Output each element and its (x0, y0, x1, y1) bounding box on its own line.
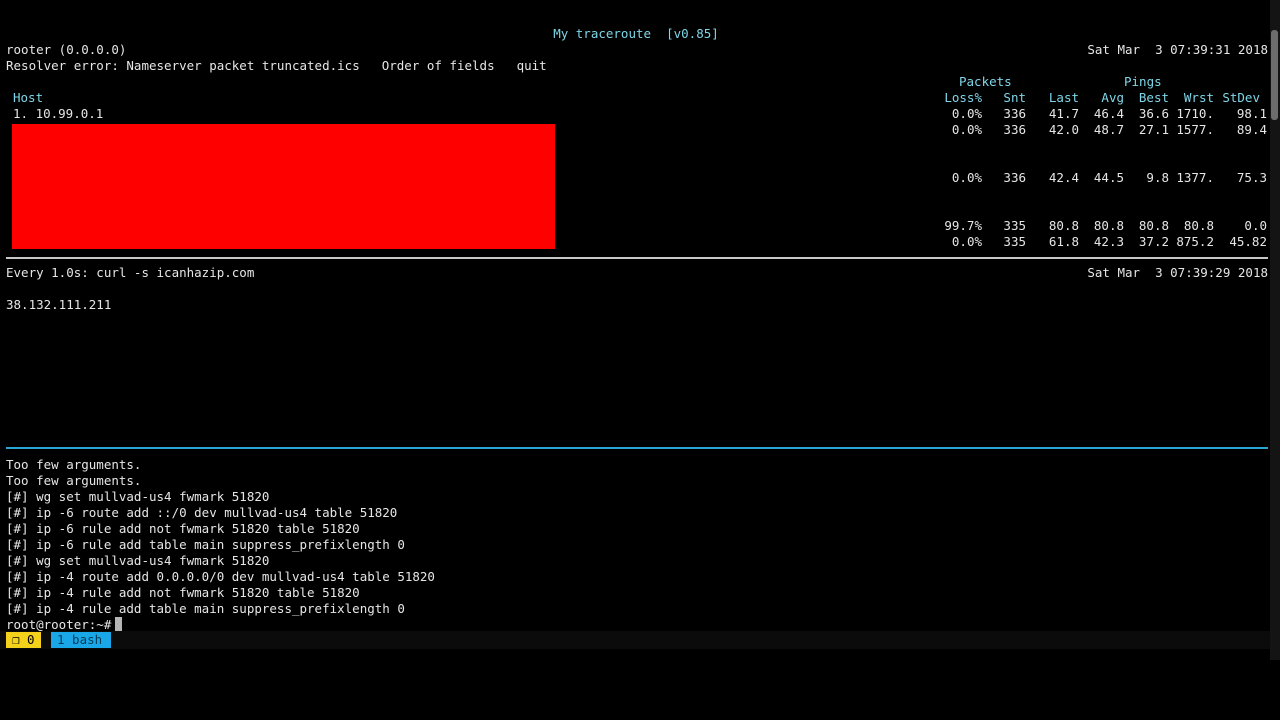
hop-stdev: 98.1 (1236, 106, 1267, 121)
hop-last: 42.0 (1048, 122, 1079, 137)
hop-best: 9.8 (1146, 170, 1169, 185)
resolver-error: Resolver error: Nameserver packet trunca… (6, 58, 338, 73)
hop-avg: 42.3 (1093, 234, 1124, 249)
hop-avg: 48.7 (1093, 122, 1124, 137)
header-last: Last (1048, 90, 1079, 105)
hop-snt: 336 (1003, 106, 1026, 121)
hop-best: 80.8 (1138, 218, 1169, 233)
watch-date: Sat Mar 3 07:39:29 2018 (1087, 265, 1268, 280)
watch-output: 38.132.111.211 (6, 297, 112, 312)
pane-separator-active[interactable] (6, 447, 1268, 449)
tmux-status-bar (0, 631, 1270, 649)
watch-command: Every 1.0s: curl -s icanhazip.com (6, 265, 255, 280)
shell-line: Too few arguments. (6, 473, 142, 488)
header-snt: Snt (1003, 90, 1026, 105)
mtr-title: My traceroute [v0.85] (553, 26, 719, 41)
hop-host: 1. 10.99.0.1 (13, 106, 104, 121)
header-stdev: StDev (1222, 90, 1260, 105)
hop-wrst: 1710. (1176, 106, 1214, 121)
mtr-hostname: rooter (0.0.0.0) (6, 42, 127, 57)
mtr-keys-line: Resolver error: Nameserver packet trunca… (6, 58, 547, 74)
header-loss: Loss% (944, 90, 982, 105)
shell-line: [#] ip -6 route add ::/0 dev mullvad-us4… (6, 505, 398, 520)
hop-stdev: 89.4 (1236, 122, 1267, 137)
hop-last: 41.7 (1048, 106, 1079, 121)
hop-wrst: 875.2 (1176, 234, 1214, 249)
mtr-date: Sat Mar 3 07:39:31 2018 (1087, 42, 1268, 57)
shell-line: [#] ip -4 route add 0.0.0.0/0 dev mullva… (6, 569, 435, 584)
header-avg: Avg (1101, 90, 1124, 105)
hop-stdev: 75.3 (1236, 170, 1267, 185)
key-ics[interactable]: ics (337, 58, 360, 73)
header-packets: Packets (959, 74, 1012, 89)
shell-line: [#] ip -6 rule add not fwmark 51820 tabl… (6, 521, 360, 536)
text-cursor (115, 617, 123, 631)
hop-best: 36.6 (1138, 106, 1169, 121)
hop-wrst: 1377. (1176, 170, 1214, 185)
hop-loss: 0.0% (951, 170, 982, 185)
redaction-box (12, 124, 555, 249)
hop-last: 42.4 (1048, 170, 1079, 185)
scrollbar-thumb[interactable] (1271, 30, 1278, 120)
hop-last: 61.8 (1048, 234, 1079, 249)
shell-line: [#] ip -6 rule add table main suppress_p… (6, 537, 405, 552)
hop-snt: 336 (1003, 170, 1026, 185)
tmux-window-tab[interactable]: 1 bash (51, 632, 111, 648)
hop-stdev: 45.82 (1229, 234, 1267, 249)
hop-avg: 46.4 (1093, 106, 1124, 121)
key-quit[interactable]: quit (517, 58, 547, 73)
hop-best: 37.2 (1138, 234, 1169, 249)
shell-line: [#] ip -4 rule add table main suppress_p… (6, 601, 405, 616)
hop-loss: 0.0% (951, 234, 982, 249)
hop-wrst: 1577. (1176, 122, 1214, 137)
hop-last: 80.8 (1048, 218, 1079, 233)
hop-snt: 335 (1003, 218, 1026, 233)
shell-line: Too few arguments. (6, 457, 142, 472)
header-wrst: Wrst (1183, 90, 1214, 105)
hop-stdev: 0.0 (1244, 218, 1267, 233)
key-order-of-fields[interactable]: Order of fields (382, 58, 495, 73)
header-pings: Pings (1124, 74, 1162, 89)
hop-loss: 0.0% (951, 122, 982, 137)
hop-loss: 0.0% (951, 106, 982, 121)
hop-loss: 99.7% (944, 218, 982, 233)
hop-avg: 44.5 (1093, 170, 1124, 185)
hop-snt: 335 (1003, 234, 1026, 249)
header-host: Host (13, 90, 44, 105)
shell-line: [#] wg set mullvad-us4 fwmark 51820 (6, 553, 270, 568)
shell-line: [#] ip -4 rule add not fwmark 51820 tabl… (6, 585, 360, 600)
hop-wrst: 80.8 (1183, 218, 1214, 233)
shell-line: [#] wg set mullvad-us4 fwmark 51820 (6, 489, 270, 504)
header-best: Best (1138, 90, 1169, 105)
hop-best: 27.1 (1138, 122, 1169, 137)
shell-prompt: root@rooter:~# (6, 617, 112, 632)
tmux-session-tab[interactable]: ❐ 0 (6, 632, 41, 648)
hop-avg: 80.8 (1093, 218, 1124, 233)
hop-snt: 336 (1003, 122, 1026, 137)
pane-separator[interactable] (6, 257, 1268, 259)
